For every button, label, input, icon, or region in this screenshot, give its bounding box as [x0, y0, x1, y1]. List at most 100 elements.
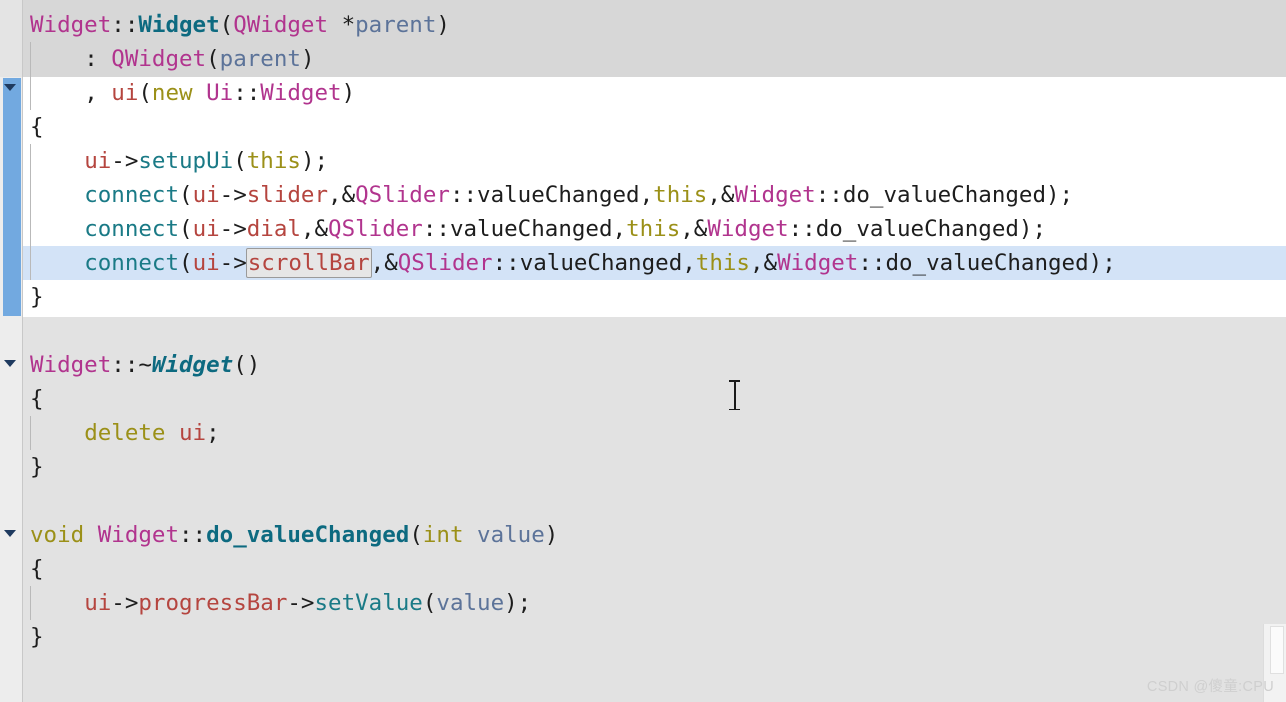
code-token: parent: [355, 12, 437, 38]
code-token: );: [300, 148, 329, 174]
code-line[interactable]: : QWidget(parent): [23, 42, 314, 76]
code-token: (: [179, 216, 193, 242]
code-token: {: [30, 556, 44, 582]
code-line-text: {: [23, 552, 44, 586]
code-token: ,: [84, 80, 112, 106]
vertical-scrollbar-thumb[interactable]: [1270, 626, 1284, 674]
code-token: ,&: [680, 216, 708, 242]
code-line[interactable]: connect(ui->dial,&QSlider::valueChanged,…: [23, 212, 1046, 246]
code-token: :: [84, 46, 112, 72]
code-token: QSlider: [355, 182, 450, 208]
code-token: ui: [111, 80, 139, 106]
code-token: QWidget: [111, 46, 207, 72]
code-token: this: [695, 250, 750, 276]
code-token: connect: [84, 216, 180, 242]
code-token: ->: [219, 250, 247, 276]
code-token: ->: [111, 590, 139, 616]
editor-gutter[interactable]: [0, 0, 23, 702]
fold-triangle-icon[interactable]: [4, 84, 16, 91]
code-token: ::: [815, 182, 843, 208]
code-line[interactable]: }: [23, 280, 44, 314]
code-token: ,: [639, 182, 654, 208]
code-token: ui: [84, 148, 112, 174]
code-token: ,&: [300, 216, 329, 242]
code-token: );: [1088, 250, 1116, 276]
code-token: (): [233, 352, 261, 378]
code-token: ;: [206, 420, 220, 446]
code-token: value: [436, 590, 505, 616]
code-line[interactable]: [23, 314, 30, 348]
code-token: ->: [219, 182, 247, 208]
code-text-area[interactable]: Widget::Widget(QWidget *parent) : QWidge…: [23, 0, 1286, 702]
code-token: Widget: [30, 352, 112, 378]
code-token: ::: [492, 250, 520, 276]
code-line-text: }: [23, 620, 44, 654]
code-token: ): [436, 12, 450, 38]
code-token: delete: [84, 420, 166, 446]
code-token: value: [477, 522, 545, 548]
code-line[interactable]: }: [23, 620, 44, 654]
code-line[interactable]: {: [23, 110, 44, 144]
code-token: ,&: [707, 182, 735, 208]
code-token: ::~: [111, 352, 152, 378]
code-line[interactable]: connect(ui->scrollBar,&QSlider::valueCha…: [23, 246, 1116, 280]
code-line[interactable]: [23, 484, 30, 518]
code-token: connect: [84, 250, 180, 276]
code-line[interactable]: Widget::~Widget(): [23, 348, 260, 382]
code-token: this: [246, 148, 301, 174]
code-line[interactable]: delete ui;: [23, 416, 220, 450]
code-line[interactable]: {: [23, 382, 44, 416]
code-token: ui: [179, 420, 207, 446]
ibeam-stem: [734, 380, 736, 410]
code-line-text: , ui(new Ui::Widget): [23, 76, 355, 110]
code-token: ::: [111, 12, 139, 38]
code-line[interactable]: {: [23, 552, 44, 586]
code-line[interactable]: connect(ui->slider,&QSlider::valueChange…: [23, 178, 1073, 212]
code-token: dial: [246, 216, 301, 242]
code-token: ui: [192, 250, 220, 276]
code-line[interactable]: ui->setupUi(this);: [23, 144, 328, 178]
code-line-text: ui->progressBar->setValue(value);: [23, 586, 531, 620]
code-token: );: [1046, 182, 1074, 208]
code-token: Widget: [707, 216, 789, 242]
code-token: ): [341, 80, 356, 106]
code-token: ->: [111, 148, 139, 174]
code-token: ,&: [749, 250, 778, 276]
code-token: ::: [422, 216, 450, 242]
code-line[interactable]: void Widget::do_valueChanged(int value): [23, 518, 558, 552]
code-line-text: Widget::Widget(QWidget *parent): [23, 8, 450, 42]
code-line[interactable]: , ui(new Ui::Widget): [23, 76, 355, 110]
fold-triangle-icon[interactable]: [4, 530, 16, 537]
code-line-text: Widget::~Widget(): [23, 348, 260, 382]
code-token: do_valueChanged: [815, 216, 1019, 242]
code-fold-bar[interactable]: [3, 78, 21, 316]
ibeam-bottom-cap: [729, 408, 740, 410]
watermark-label: CSDN @傻童:CPU: [1146, 679, 1274, 695]
code-token: setValue: [314, 590, 423, 616]
code-token: valueChanged: [449, 216, 613, 242]
code-token: Widget: [138, 12, 220, 38]
code-line[interactable]: }: [23, 450, 44, 484]
code-token: this: [653, 182, 708, 208]
code-token: parent: [219, 46, 301, 72]
code-token: (: [138, 80, 152, 106]
code-line-text: connect(ui->scrollBar,&QSlider::valueCha…: [23, 246, 1116, 280]
code-line[interactable]: ui->progressBar->setValue(value);: [23, 586, 531, 620]
code-line-text: connect(ui->dial,&QSlider::valueChanged,…: [23, 212, 1046, 246]
fold-triangle-icon[interactable]: [4, 360, 16, 367]
code-token: );: [1018, 216, 1047, 242]
code-line-text: void Widget::do_valueChanged(int value): [23, 518, 558, 552]
code-line-text: delete ui;: [23, 416, 220, 450]
code-line[interactable]: Widget::Widget(QWidget *parent): [23, 8, 450, 42]
code-token: ui: [192, 216, 220, 242]
code-token: *: [341, 12, 356, 38]
code-token: ,&: [328, 182, 356, 208]
